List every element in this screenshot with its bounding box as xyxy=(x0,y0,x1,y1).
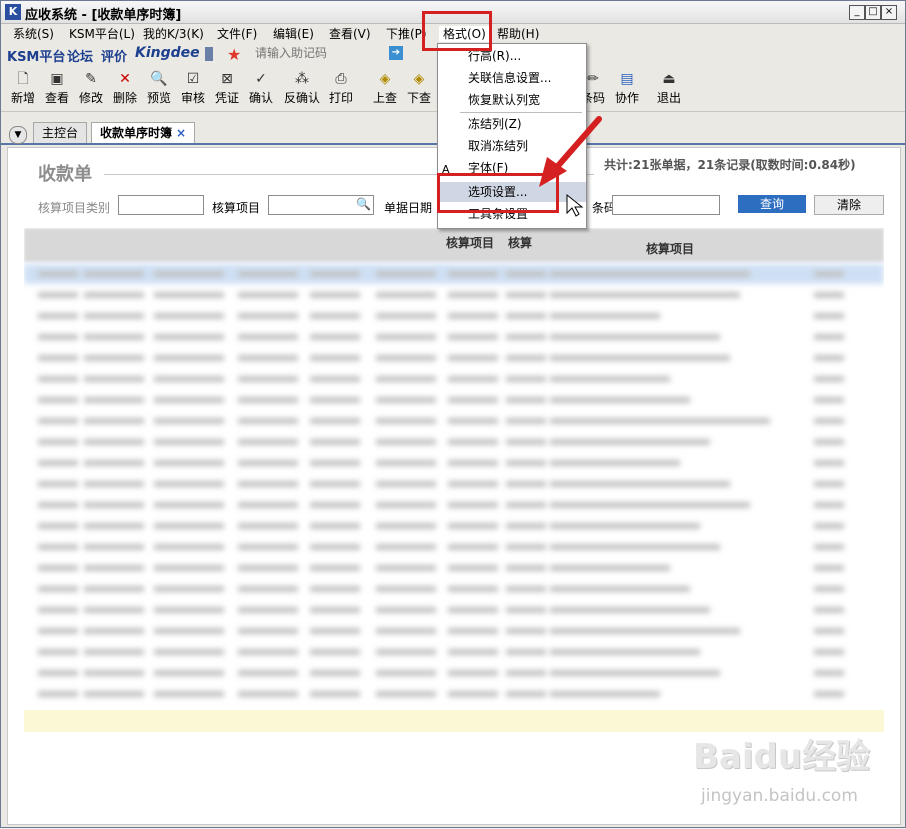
arrow-shaft xyxy=(554,116,602,170)
annotation-arrow xyxy=(539,116,602,217)
app-window: K 应收系统 - [收款单序时簿] _ □ × 系统(S) KSM平台(L) 我… xyxy=(0,0,906,828)
watermark-brand: Baidu经验 xyxy=(693,737,871,777)
watermark-url: jingyan.baidu.com xyxy=(701,786,858,806)
mouse-cursor-icon xyxy=(566,193,584,217)
